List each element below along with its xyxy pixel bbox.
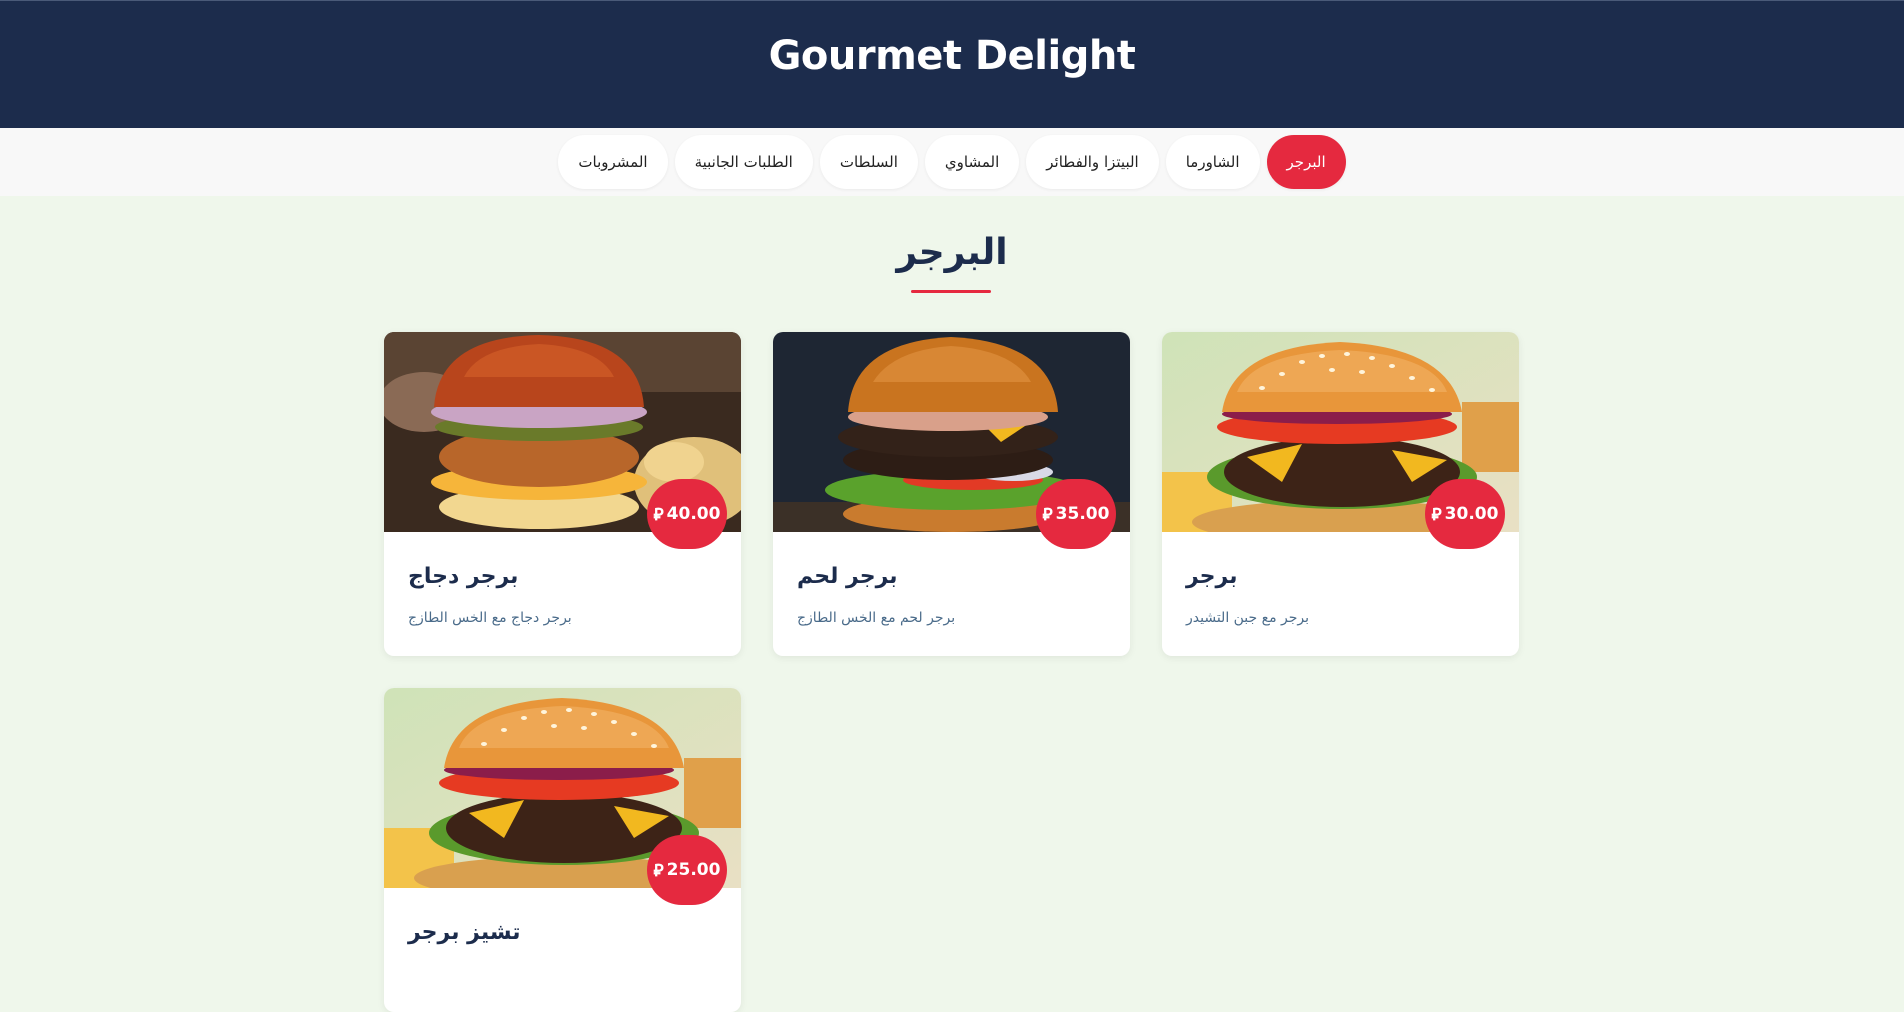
- saudi-riyal-icon: ⃁: [653, 505, 664, 525]
- site-header: Gourmet Delight: [0, 0, 1904, 128]
- price-value: 30.00: [1444, 504, 1499, 524]
- price-value: 25.00: [666, 860, 721, 880]
- item-description: برجر مع جبن التشيدر: [1186, 610, 1310, 626]
- item-name: تشيز برجر: [408, 920, 521, 945]
- title-underline: [911, 290, 991, 293]
- price-value: 40.00: [666, 504, 721, 524]
- tab-salads[interactable]: السلطات: [819, 135, 918, 189]
- item-name: برجر لحم: [797, 564, 898, 589]
- tab-pizza-pies[interactable]: البيتزا والفطائر: [1026, 135, 1159, 189]
- tab-burger[interactable]: البرجر: [1266, 135, 1346, 189]
- saudi-riyal-icon: ⃁: [1431, 505, 1442, 525]
- tab-grills[interactable]: المشاوي: [924, 135, 1020, 189]
- item-name: برجر دجاج: [408, 564, 519, 589]
- price-badge: ⃁ 40.00: [647, 479, 727, 549]
- price-value: 35.00: [1055, 504, 1110, 524]
- menu-card[interactable]: ⃁ 40.00 برجر دجاج برجر دجاج مع الخس الطا…: [384, 332, 741, 656]
- price-badge: ⃁ 25.00: [647, 835, 727, 905]
- price-badge: ⃁ 30.00: [1425, 479, 1505, 549]
- tab-shawarma[interactable]: الشاورما: [1165, 135, 1260, 189]
- category-nav: البرجر الشاورما البيتزا والفطائر المشاوي…: [0, 128, 1904, 196]
- item-description: برجر لحم مع الخس الطازج: [797, 610, 956, 626]
- item-name: برجر: [1186, 564, 1238, 589]
- price-badge: ⃁ 35.00: [1036, 479, 1116, 549]
- menu-card[interactable]: ⃁ 35.00 برجر لحم برجر لحم مع الخس الطازج: [773, 332, 1130, 656]
- tab-sides[interactable]: الطلبات الجانبية: [674, 135, 813, 189]
- menu-card[interactable]: ⃁ 25.00 تشيز برجر: [384, 688, 741, 1012]
- saudi-riyal-icon: ⃁: [1042, 505, 1053, 525]
- tab-drinks[interactable]: المشروبات: [558, 135, 668, 189]
- brand-title: Gourmet Delight: [768, 33, 1136, 79]
- saudi-riyal-icon: ⃁: [653, 861, 664, 881]
- menu-card[interactable]: ⃁ 30.00 برجر برجر مع جبن التشيدر: [1162, 332, 1519, 656]
- section-title: البرجر: [896, 232, 1008, 273]
- item-description: برجر دجاج مع الخس الطازج: [408, 610, 572, 626]
